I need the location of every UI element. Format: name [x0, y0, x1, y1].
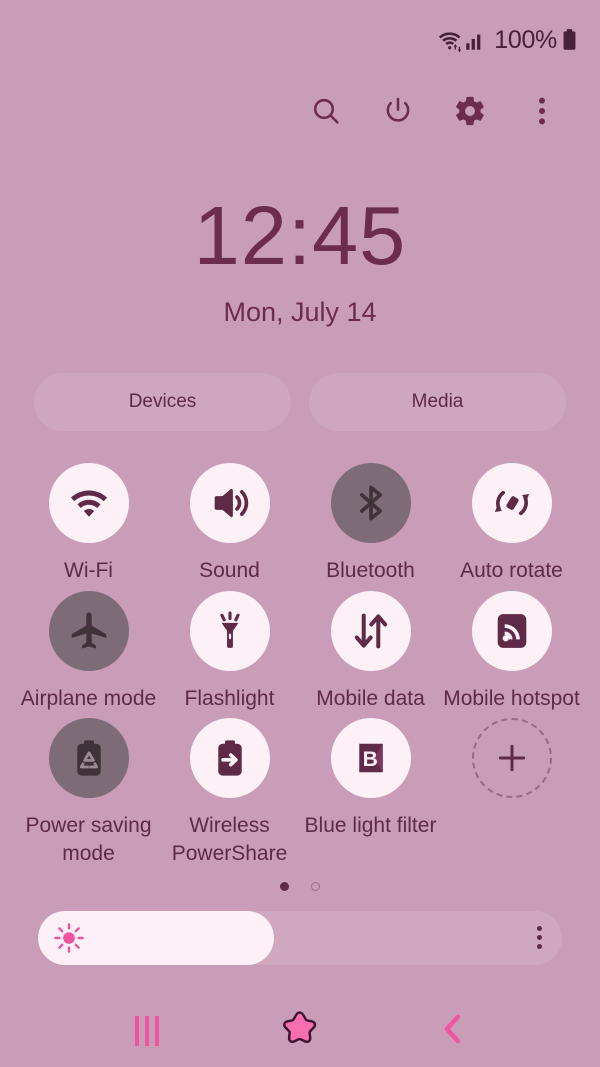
back-chevron-icon	[438, 1012, 468, 1051]
power-share-icon[interactable]	[189, 718, 270, 799]
status-icon-group: 100%	[436, 26, 578, 55]
quick-tile[interactable]: Sound	[159, 463, 300, 585]
clock-time[interactable]: 12:45	[0, 194, 600, 277]
sound-icon[interactable]	[189, 463, 270, 543]
quick-tile-label: Bluetooth	[326, 559, 415, 582]
status-bar: 100%	[0, 0, 600, 80]
navigation-bar	[0, 995, 600, 1067]
home-star-icon	[279, 1008, 321, 1055]
brightness-slider[interactable]	[38, 910, 562, 965]
quick-tile-label: Mobile hotspot	[443, 686, 580, 710]
quick-tile[interactable]: Mobile hotspot	[441, 590, 582, 713]
recents-button[interactable]	[117, 1007, 177, 1055]
quick-tile-label: Flashlight	[184, 686, 275, 710]
quick-settings-grid: Wi-Fi Sound Bluetooth Auto rotate Airpla	[0, 463, 600, 868]
wifi-icon[interactable]	[48, 463, 129, 543]
add-icon[interactable]	[471, 718, 552, 799]
quick-tile[interactable]: Airplane mode	[18, 590, 159, 713]
page-indicator	[0, 881, 600, 891]
battery-percent-label: 100%	[494, 25, 557, 54]
bluetooth-icon[interactable]	[330, 463, 411, 543]
devices-button[interactable]: Devices	[34, 373, 291, 431]
wifi-transfer-icon	[436, 27, 463, 53]
svg-text:B: B	[362, 749, 377, 772]
quick-tile-label: Blue light filter	[304, 814, 437, 838]
quick-tile[interactable]: Auto rotate	[441, 463, 582, 585]
quick-tile-label: Mobile data	[316, 686, 425, 710]
clock-block: 12:45 Mon, July 14	[0, 194, 600, 328]
quick-tile[interactable]: Power saving mode	[18, 718, 159, 867]
blue-light-icon[interactable]: B	[330, 718, 411, 799]
settings-icon[interactable]	[452, 93, 488, 129]
clock-date[interactable]: Mon, July 14	[0, 297, 600, 328]
airplane-icon[interactable]	[48, 590, 129, 671]
power-saving-icon[interactable]	[48, 718, 129, 799]
quick-tile-label: Auto rotate	[460, 559, 563, 582]
media-button[interactable]: Media	[309, 373, 566, 431]
brightness-slider-row	[0, 910, 600, 965]
header-action-bar	[0, 80, 600, 142]
quick-tile[interactable]: B Blue light filter	[300, 718, 441, 867]
page-dot[interactable]	[280, 881, 289, 891]
hotspot-icon[interactable]	[471, 590, 552, 671]
quick-tile-label: Wireless PowerShare	[171, 814, 288, 866]
quick-tile-label: Airplane mode	[20, 686, 157, 710]
auto-rotate-icon[interactable]	[471, 463, 552, 543]
quick-tile[interactable]: Flashlight	[159, 590, 300, 713]
overflow-icon[interactable]	[524, 93, 560, 129]
quick-tile-label: Power saving mode	[25, 814, 152, 866]
page-dot[interactable]	[311, 881, 320, 891]
quick-tile[interactable]: Wi-Fi	[18, 463, 159, 585]
quick-tile[interactable]: Wireless PowerShare	[159, 718, 300, 867]
brightness-sun-icon	[52, 921, 86, 955]
quick-tile-label: Sound	[199, 559, 260, 582]
add-tile-button[interactable]	[441, 718, 582, 867]
cellular-signal-icon	[466, 27, 486, 53]
home-button[interactable]	[270, 1007, 330, 1055]
quick-tile-label: Wi-Fi	[64, 559, 113, 582]
mobile-data-icon[interactable]	[330, 590, 411, 671]
shortcut-pill-row: Devices Media	[0, 373, 600, 431]
battery-full-icon	[561, 27, 578, 53]
back-button[interactable]	[423, 1007, 483, 1055]
brightness-options-icon[interactable]	[537, 926, 542, 950]
power-icon[interactable]	[380, 93, 416, 129]
search-icon[interactable]	[308, 93, 344, 129]
recents-icon	[134, 1016, 159, 1046]
quick-tile[interactable]: Mobile data	[300, 590, 441, 713]
flashlight-icon[interactable]	[189, 590, 270, 671]
quick-tile[interactable]: Bluetooth	[300, 463, 441, 585]
